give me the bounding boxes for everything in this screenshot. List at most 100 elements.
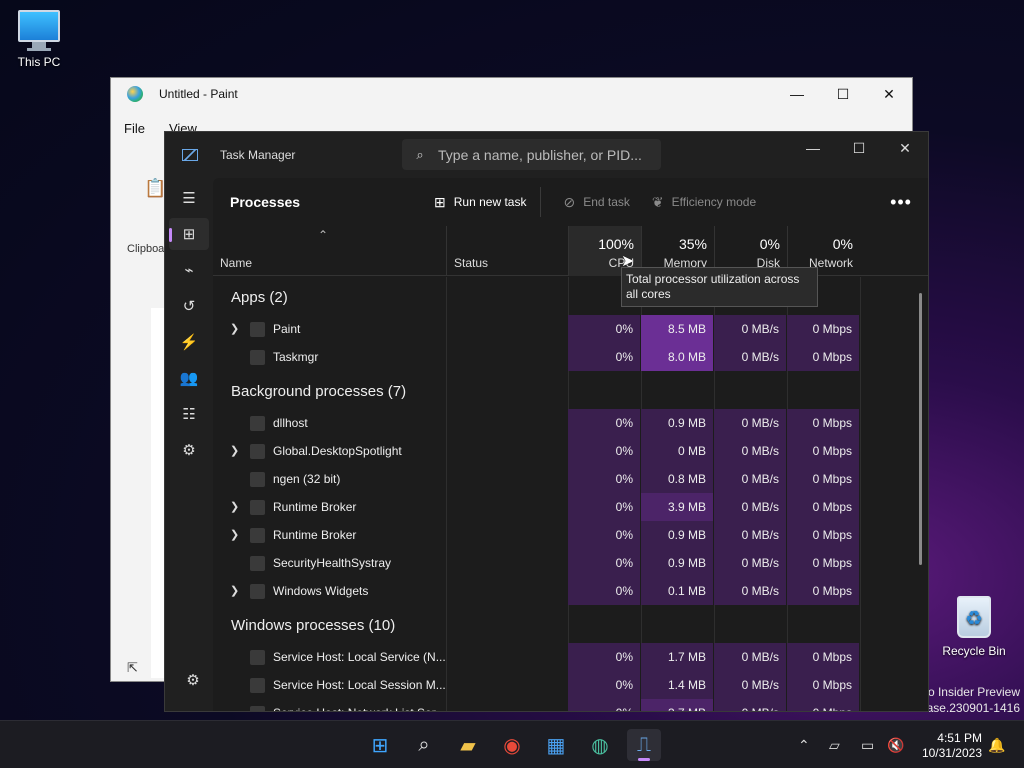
tm-close-button[interactable]: ✕ <box>882 136 928 160</box>
expand-chevron-icon[interactable]: ❯ <box>230 577 239 605</box>
task-manager-window[interactable]: Task Manager ⌕ Type a name, publisher, o… <box>164 131 929 712</box>
more-options-icon[interactable]: ••• <box>890 192 912 213</box>
hamburger-menu-icon[interactable]: ☰ <box>169 182 209 214</box>
this-pc-desktop-icon[interactable]: This PC <box>3 10 75 69</box>
startup-apps-nav-icon[interactable]: ⚡ <box>169 326 209 358</box>
process-row[interactable]: Service Host: Network List Ser... 0%3.7 M… <box>213 699 928 711</box>
process-row[interactable]: ❯ Runtime Broker 0% 0.9 MB 0 MB/s 0 Mbps <box>213 521 928 549</box>
process-mem-value: 0.9 MB <box>641 549 713 577</box>
task-manager-taskbar-icon[interactable]: ⎍ <box>627 729 661 761</box>
process-mem-value: 8.0 MB <box>641 343 713 371</box>
process-row[interactable]: Service Host: Local Service (N... 0% 1.7 M… <box>213 643 928 671</box>
process-row[interactable]: Service Host: Local Session M... 0% 1.4 MB… <box>213 671 928 699</box>
paint-minimize-button[interactable]: — <box>774 86 820 103</box>
run-new-task-button[interactable]: ⊞ Run new task <box>434 194 526 211</box>
process-net-value: 0 Mbps <box>787 315 859 343</box>
process-name: dllhost <box>273 416 308 430</box>
tm-toolbar: Processes ⊞ Run new task ⊘ End task ❦ Ef… <box>213 178 928 226</box>
process-cpu-value: 0% <box>568 343 640 371</box>
process-net-value: 0 Mbps <box>787 465 859 493</box>
process-row[interactable]: ❯ Windows Widgets 0% 0.1 MB 0 MB/s 0 Mbps <box>213 577 928 605</box>
process-mem-value: 8.5 MB <box>641 315 713 343</box>
tm-maximize-button[interactable]: ☐ <box>836 136 882 160</box>
process-disk-value: 0 MB/s <box>714 409 786 437</box>
search-taskbar-icon[interactable]: ⌕ <box>407 729 441 761</box>
ribbon-clipboard-label: Clipboa <box>127 243 165 255</box>
process-row[interactable]: ❯ Global.DesktopSpotlight 0% 0 MB 0 MB/s 0 Mb… <box>213 437 928 465</box>
process-row[interactable]: Taskmgr 0% 8.0 MB 0 MB/s 0 Mbps <box>213 343 928 371</box>
process-row[interactable]: dllhost 0% 0.9 MB 0 MB/s 0 Mbps <box>213 409 928 437</box>
column-header-status[interactable]: Status <box>446 226 568 276</box>
app-history-nav-icon[interactable]: ↺ <box>169 290 209 322</box>
column-headers: ⌃ Name Status 100% CPU 35% Memory 0% Dis… <box>213 226 928 276</box>
show-hidden-icons-chevron-icon[interactable]: ⌃ <box>798 721 810 768</box>
process-mem-value: 1.7 MB <box>641 643 713 671</box>
recycle-bin-icon <box>957 596 991 638</box>
end-task-button[interactable]: ⊘ End task <box>563 194 629 211</box>
process-cpu-value: 0% <box>568 699 640 711</box>
network-offline-icon[interactable]: ▱ <box>829 721 840 768</box>
notification-bell-icon[interactable]: 🔔 <box>988 721 1005 768</box>
paint-titlebar[interactable]: Untitled - Paint — ☐ ✕ <box>111 78 912 110</box>
process-mem-value: 1.4 MB <box>641 671 713 699</box>
process-row[interactable]: SecurityHealthSystray 0% 0.9 MB 0 MB/s 0 Mbp… <box>213 549 928 577</box>
process-name: Service Host: Network List Ser... <box>273 699 445 711</box>
process-icon <box>250 528 265 543</box>
start-windows-icon[interactable]: ⊞ <box>363 729 397 761</box>
file-explorer-icon[interactable]: ▰ <box>451 729 485 761</box>
process-net-value: 0 Mbps <box>787 343 859 371</box>
process-mem-value: 0.8 MB <box>641 465 713 493</box>
process-net-value: 0 Mbps <box>787 409 859 437</box>
paint-maximize-button[interactable]: ☐ <box>820 86 866 103</box>
leaf-icon: ❦ <box>651 193 664 210</box>
process-net-value: 0 Mbps <box>787 643 859 671</box>
process-row[interactable]: ❯ Runtime Broker 0% 3.9 MB 0 MB/s 0 Mbps <box>213 493 928 521</box>
paint-taskbar-icon[interactable]: ◍ <box>583 729 617 761</box>
paint-close-button[interactable]: ✕ <box>866 86 912 103</box>
tm-titlebar[interactable]: Task Manager ⌕ Type a name, publisher, o… <box>165 132 928 178</box>
expand-chevron-icon[interactable]: ❯ <box>230 521 239 549</box>
services-nav-icon[interactable]: ⚙ <box>169 434 209 466</box>
process-cpu-value: 0% <box>568 409 640 437</box>
process-net-value: 0 Mbps <box>787 493 859 521</box>
process-disk-value: 0 MB/s <box>714 643 786 671</box>
process-mem-value: 3.7 MB <box>641 699 713 711</box>
details-nav-icon[interactable]: ☷ <box>169 398 209 430</box>
process-net-value: 0 Mbps <box>787 577 859 605</box>
process-row[interactable]: ngen (32 bit) 0% 0.8 MB 0 MB/s 0 Mbps <box>213 465 928 493</box>
process-disk-value: 0 MB/s <box>714 549 786 577</box>
end-task-label: End task <box>583 195 630 209</box>
processes-nav-icon[interactable]: ⊞ <box>169 218 209 250</box>
store-icon[interactable]: ▦ <box>539 729 573 761</box>
efficiency-mode-button[interactable]: ❦ Efficiency mode <box>652 194 756 211</box>
tm-search-box[interactable]: ⌕ Type a name, publisher, or PID... <box>402 139 661 170</box>
process-cpu-value: 0% <box>568 437 640 465</box>
vertical-scrollbar[interactable] <box>919 293 922 565</box>
search-icon: ⌕ <box>416 146 424 162</box>
expand-chevron-icon[interactable]: ❯ <box>230 437 239 465</box>
chrome-icon[interactable]: ◉ <box>495 729 529 761</box>
tm-minimize-button[interactable]: — <box>790 136 836 160</box>
settings-gear-icon[interactable]: ⚙ <box>173 664 213 696</box>
recycle-bin-desktop-icon[interactable]: Recycle Bin <box>938 596 1010 658</box>
performance-nav-icon[interactable]: ⌁ <box>169 254 209 286</box>
volume-muted-icon[interactable]: 🔇 <box>887 721 904 768</box>
expand-chevron-icon[interactable]: ❯ <box>230 493 239 521</box>
paint-menu-file[interactable]: File <box>124 121 145 136</box>
process-mem-value: 0 MB <box>641 437 713 465</box>
process-disk-value: 0 MB/s <box>714 699 786 711</box>
process-disk-value: 0 MB/s <box>714 521 786 549</box>
process-mem-value: 3.9 MB <box>641 493 713 521</box>
expand-chevron-icon[interactable]: ❯ <box>230 315 239 343</box>
process-net-value: 0 Mbps <box>787 437 859 465</box>
clock[interactable]: 4:51 PM 10/31/2023 <box>922 731 982 761</box>
display-icon[interactable]: ▭ <box>861 721 874 768</box>
cpu-total-pct: 100% <box>598 236 634 252</box>
pointer-icon[interactable]: ⇱ <box>127 660 138 676</box>
column-header-name[interactable]: ⌃ Name <box>213 226 446 276</box>
run-new-task-icon: ⊞ <box>434 193 446 210</box>
users-nav-icon[interactable]: 👥 <box>169 362 209 394</box>
process-row[interactable]: ❯ Paint 0% 8.5 MB 0 MB/s 0 Mbps <box>213 315 928 343</box>
tm-search-placeholder[interactable]: Type a name, publisher, or PID... <box>438 147 642 163</box>
process-icon <box>250 706 265 711</box>
